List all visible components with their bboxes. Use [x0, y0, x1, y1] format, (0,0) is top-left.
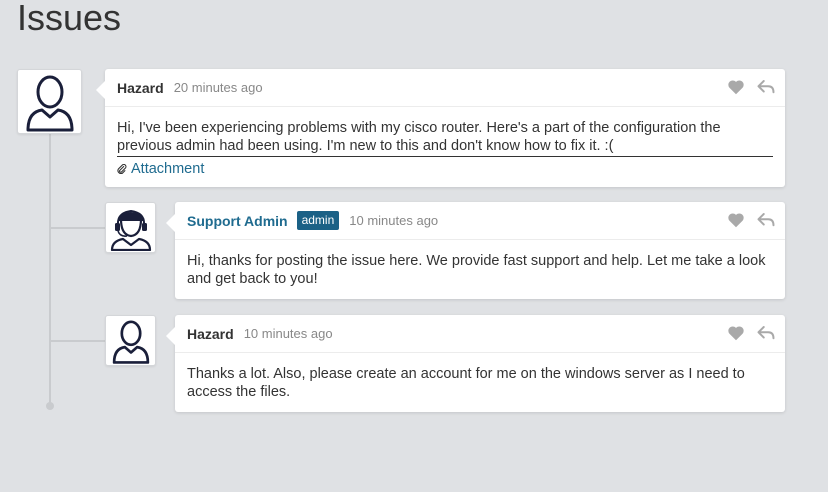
page-title: Issues [17, 0, 122, 38]
reply-icon[interactable] [757, 325, 775, 341]
avatar[interactable] [105, 202, 156, 253]
post-time: 10 minutes ago [243, 326, 333, 341]
avatar[interactable] [105, 315, 156, 366]
post-time: 20 minutes ago [173, 80, 263, 95]
post-author[interactable]: Hazard [117, 80, 164, 96]
post-message: Thanks a lot. Also, please create an acc… [187, 366, 745, 400]
post-card: Support Admin admin 10 minutes ago Hi, t… [166, 202, 785, 299]
post-message: Hi, thanks for posting the issue here. W… [187, 253, 766, 287]
heart-icon[interactable] [727, 79, 745, 95]
post-actions [727, 79, 775, 95]
post-header: Hazard 20 minutes ago [105, 69, 785, 107]
heart-icon[interactable] [727, 325, 745, 341]
paperclip-icon [117, 164, 127, 174]
thread-branch [51, 340, 105, 342]
post-card: Hazard 20 minutes ago Hi, I've been expe… [96, 69, 785, 188]
post-actions [727, 325, 775, 341]
avatar[interactable] [17, 69, 82, 134]
heart-icon[interactable] [727, 212, 745, 228]
support-agent-avatar-icon [110, 209, 151, 251]
post-actions [727, 212, 775, 228]
admin-badge: admin [296, 211, 340, 230]
attachment-label[interactable]: Attachment [131, 160, 204, 178]
reply-icon[interactable] [757, 212, 775, 228]
post-body: Thanks a lot. Also, please create an acc… [175, 353, 785, 411]
post-header: Hazard 10 minutes ago [175, 315, 785, 353]
reply-icon[interactable] [757, 79, 775, 95]
post-time: 10 minutes ago [349, 213, 439, 228]
user-avatar-icon [26, 75, 73, 131]
post-body: Hi, I've been experiencing problems with… [105, 107, 785, 188]
attachment-link[interactable]: Attachment [117, 160, 773, 178]
post-author[interactable]: Hazard [187, 326, 234, 342]
post-body: Hi, thanks for posting the issue here. W… [175, 240, 785, 298]
post-header: Support Admin admin 10 minutes ago [175, 202, 785, 240]
post-message: Hi, I've been experiencing problems with… [117, 119, 773, 157]
thread-line [49, 132, 51, 405]
thread-end-dot [46, 402, 54, 410]
post-card: Hazard 10 minutes ago Thanks a lot. Also… [166, 315, 785, 412]
thread-branch [51, 227, 105, 229]
user-avatar-icon [112, 319, 149, 364]
post-author[interactable]: Support Admin [187, 213, 288, 229]
